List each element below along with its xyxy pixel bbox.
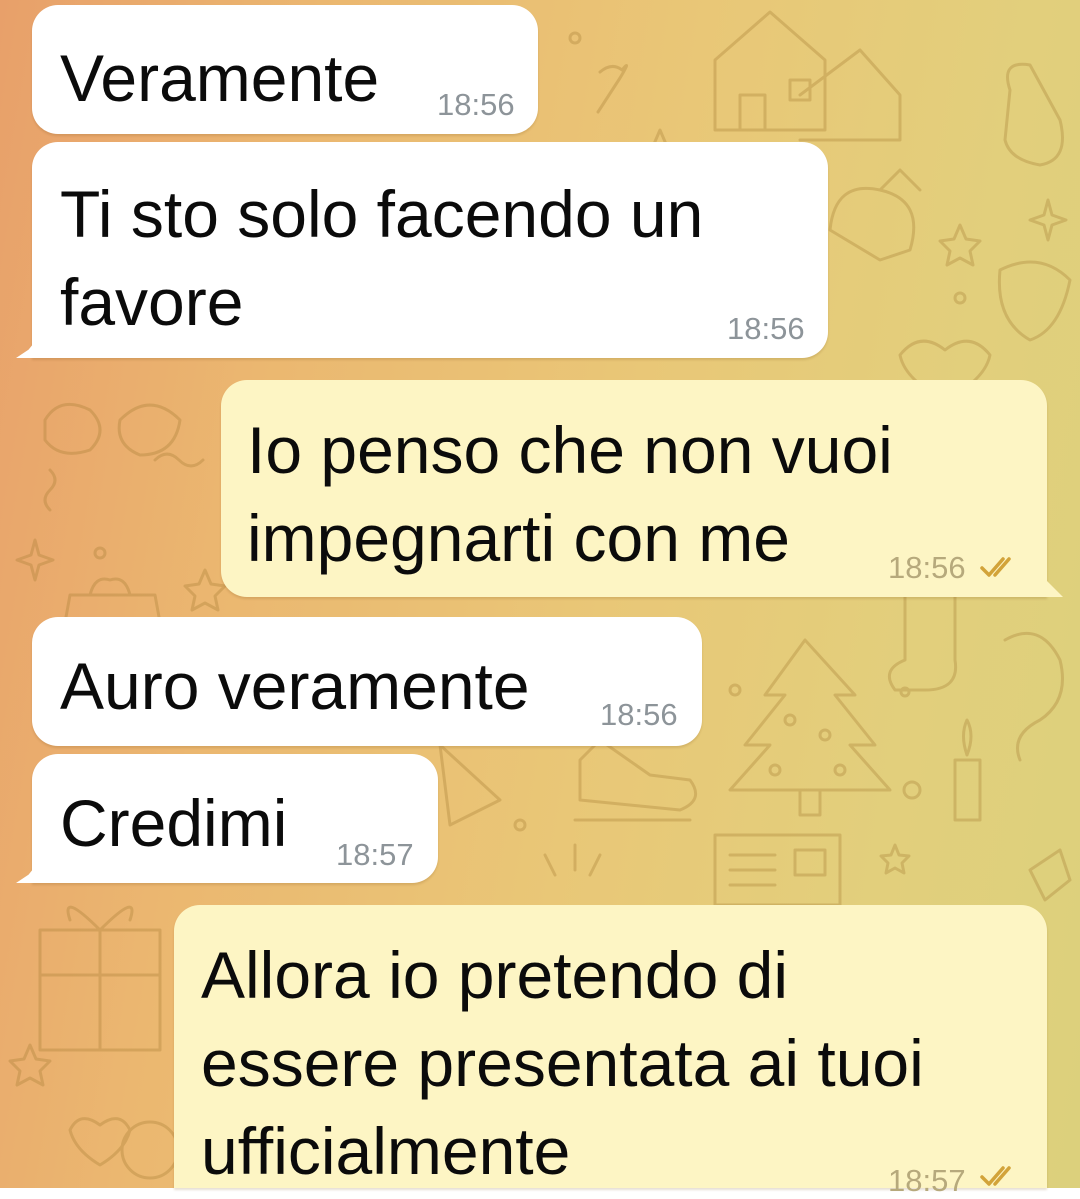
message-timestamp: 18:57: [336, 837, 414, 872]
message-text: Allora io pretendo di essere presentata …: [201, 938, 924, 1188]
message-timestamp: 18:56: [600, 697, 678, 732]
message-bubble-incoming[interactable]: Ti sto solo facendo un favore 18:56: [32, 142, 828, 358]
message-text: Io penso che non vuoi impegnarti con me: [247, 413, 893, 575]
double-check-icon: [980, 557, 1011, 577]
message-bubble-incoming[interactable]: Credimi 18:57: [32, 754, 438, 883]
message-text: Ti sto solo facendo un favore: [60, 177, 704, 339]
message-bubble-incoming[interactable]: Auro veramente 18:56: [32, 617, 702, 746]
message-timestamp: 18:56: [437, 87, 515, 122]
message-timestamp: 18:56: [888, 550, 966, 585]
message-timestamp: 18:56: [727, 311, 805, 346]
message-text: Credimi: [60, 786, 288, 860]
message-bubble-outgoing[interactable]: Io penso che non vuoi impegnarti con me …: [221, 380, 1047, 597]
message-text: Auro veramente: [60, 649, 530, 723]
double-check-icon: [980, 1166, 1011, 1186]
message-timestamp: 18:57: [888, 1163, 966, 1198]
message-text: Veramente: [60, 41, 380, 115]
message-bubble-incoming[interactable]: Veramente 18:56: [32, 5, 538, 134]
message-bubble-outgoing[interactable]: Allora io pretendo di essere presentata …: [174, 905, 1047, 1198]
